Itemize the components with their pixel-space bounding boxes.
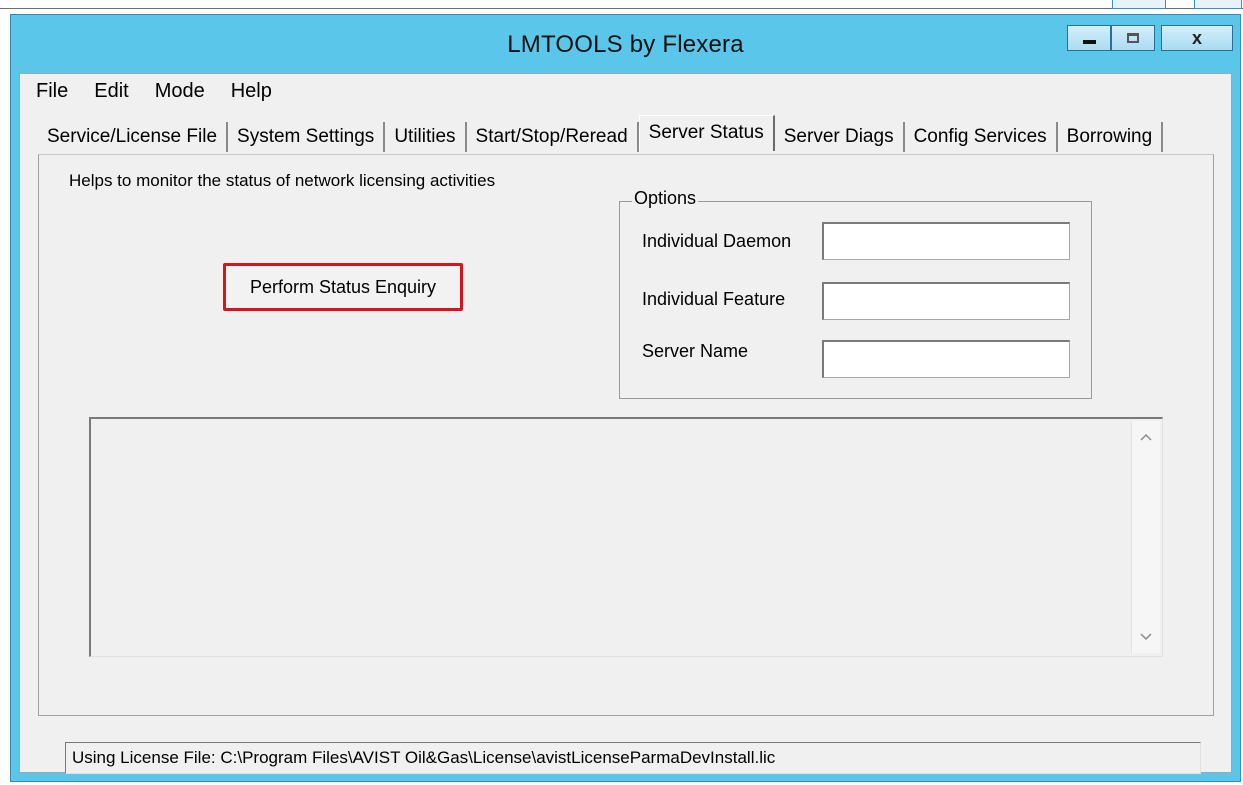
individual-daemon-label: Individual Daemon bbox=[642, 231, 792, 251]
menu-edit[interactable]: Edit bbox=[78, 80, 138, 103]
tab-server-status[interactable]: Server Status bbox=[638, 115, 775, 151]
menu-file[interactable]: File bbox=[20, 80, 78, 103]
tab-utilities[interactable]: Utilities bbox=[385, 122, 467, 152]
individual-feature-input[interactable] bbox=[822, 282, 1070, 320]
lmtools-window: LMTOOLS by Flexera x File Edit Mode Help… bbox=[10, 14, 1241, 782]
individual-daemon-input[interactable] bbox=[822, 222, 1070, 260]
close-icon: x bbox=[1191, 27, 1202, 48]
options-legend: Options bbox=[632, 188, 699, 209]
tab-config-services[interactable]: Config Services bbox=[905, 122, 1058, 152]
tab-server-diags[interactable]: Server Diags bbox=[775, 122, 905, 152]
window-title: LMTOOLS by Flexera bbox=[507, 31, 744, 58]
menu-help[interactable]: Help bbox=[215, 80, 282, 103]
tab-service-license-file[interactable]: Service/License File bbox=[38, 122, 229, 152]
license-file-status-bar: Using License File: C:\Program Files\AVI… bbox=[65, 742, 1201, 774]
options-group: Options Individual Daemon Individual Fea… bbox=[619, 188, 1092, 399]
individual-feature-label: Individual Feature bbox=[642, 289, 786, 309]
top-separator bbox=[0, 8, 1243, 9]
tab-system-settings[interactable]: System Settings bbox=[228, 122, 386, 152]
menu-mode[interactable]: Mode bbox=[139, 80, 215, 103]
vertical-scrollbar[interactable] bbox=[1131, 421, 1160, 653]
client-area: File Edit Mode Help Service/License File… bbox=[19, 73, 1232, 774]
maximize-button[interactable] bbox=[1111, 25, 1155, 51]
minimize-button[interactable] bbox=[1067, 25, 1111, 51]
menu-bar: File Edit Mode Help bbox=[20, 74, 282, 108]
close-button[interactable]: x bbox=[1161, 25, 1233, 51]
perform-status-enquiry-button[interactable]: Perform Status Enquiry bbox=[223, 263, 463, 311]
tab-strip: Service/License File System Settings Uti… bbox=[38, 115, 1164, 152]
maximize-icon bbox=[1127, 33, 1139, 43]
chevron-down-icon[interactable] bbox=[1132, 623, 1160, 651]
panel-description: Helps to monitor the status of network l… bbox=[69, 171, 496, 190]
title-bar[interactable]: LMTOOLS by Flexera x bbox=[11, 15, 1240, 73]
background-window-button bbox=[1112, 0, 1166, 9]
minimize-icon bbox=[1082, 40, 1096, 44]
status-output-textarea[interactable] bbox=[89, 417, 1163, 657]
tab-start-stop-reread[interactable]: Start/Stop/Reread bbox=[467, 122, 639, 152]
server-name-input[interactable] bbox=[822, 340, 1070, 378]
chevron-up-icon[interactable] bbox=[1132, 423, 1160, 451]
background-window-button bbox=[1194, 0, 1242, 9]
tab-borrowing[interactable]: Borrowing bbox=[1058, 122, 1164, 152]
server-status-panel: Helps to monitor the status of network l… bbox=[38, 154, 1214, 716]
server-name-label: Server Name bbox=[642, 341, 749, 361]
